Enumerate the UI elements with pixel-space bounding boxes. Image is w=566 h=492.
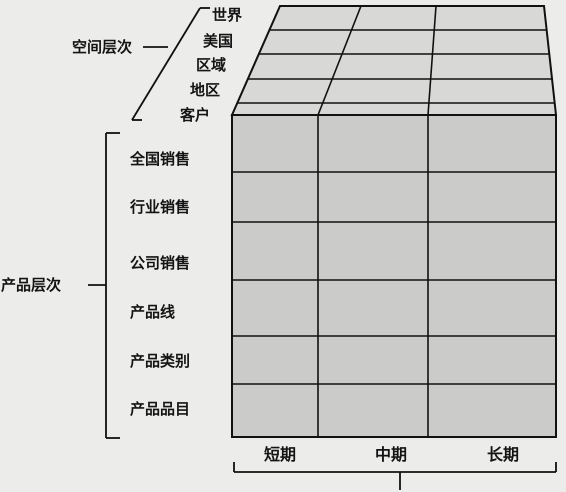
cube-top-face [230, 5, 558, 116]
forecast-cube-diagram [88, 5, 558, 490]
cube-front-face [231, 114, 557, 438]
product-level-product-line: 产品线 [130, 303, 176, 321]
spatial-level-customer: 客户 [180, 106, 211, 124]
cube [230, 5, 558, 438]
spatial-level-usa: 美国 [203, 32, 234, 50]
product-level-company-sales: 公司销售 [130, 254, 191, 272]
time-level-long-term: 长期 [487, 445, 520, 464]
product-level-national-sales: 全国销售 [130, 150, 191, 168]
spatial-level-region: 区域 [196, 56, 227, 74]
spatial-level-world: 世界 [212, 6, 243, 24]
time-level-mid-term: 中期 [375, 445, 408, 464]
product-level-product-item: 产品品目 [130, 400, 191, 418]
spatial-dimension-title: 空间层次 [72, 38, 133, 56]
product-level-industry-sales: 行业销售 [130, 198, 191, 216]
product-level-product-category: 产品类别 [130, 352, 191, 370]
time-level-short-term: 短期 [264, 445, 297, 464]
spatial-level-area: 地区 [190, 81, 221, 99]
product-dimension-title: 产品层次 [1, 276, 62, 294]
spatial-bracket-line [131, 7, 201, 121]
